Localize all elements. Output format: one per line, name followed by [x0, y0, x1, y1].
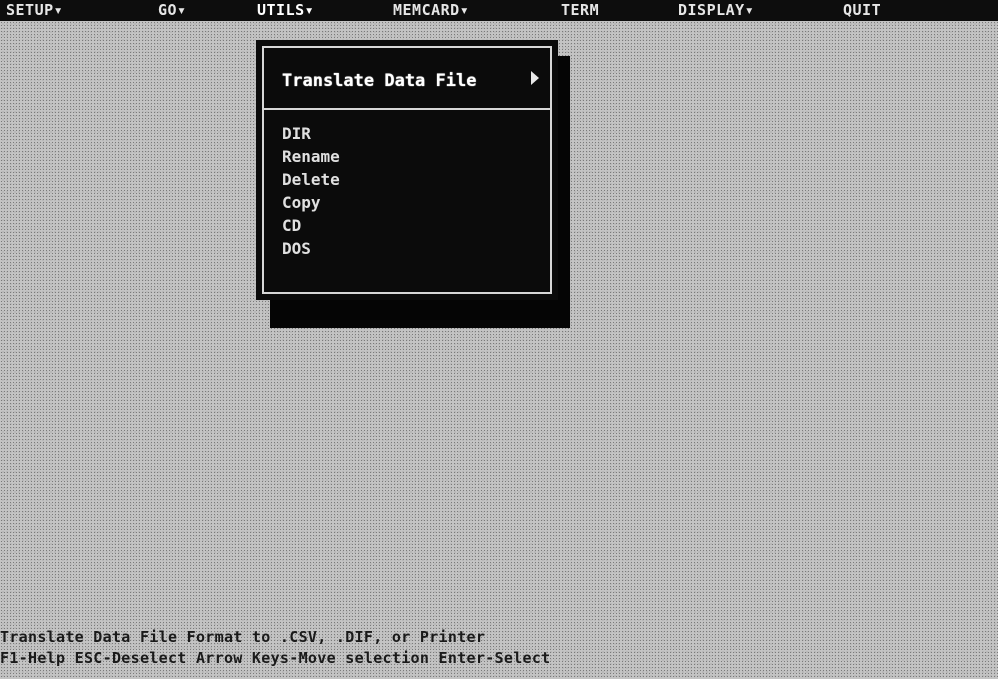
menu-go[interactable]: GO▾ — [158, 1, 187, 20]
menu-item-copy[interactable]: Copy — [282, 192, 321, 214]
menu-item-dir[interactable]: DIR — [282, 123, 311, 145]
menu-item-delete[interactable]: Delete — [282, 169, 340, 191]
submenu-arrow-icon — [531, 71, 539, 85]
menu-item-cd[interactable]: CD — [282, 215, 301, 237]
status-key-help: F1-Help ESC-Deselect Arrow Keys-Move sel… — [0, 649, 551, 667]
status-description: Translate Data File Format to .CSV, .DIF… — [0, 628, 486, 646]
menu-quit[interactable]: QUIT — [843, 1, 881, 20]
menu-item-translate-data-file[interactable]: Translate Data File — [282, 70, 476, 92]
menu-display[interactable]: DISPLAY▾ — [678, 1, 754, 20]
dropdown-border: Translate Data File DIR Rename Delete Co… — [262, 46, 552, 294]
menu-bar: SETUP▾ GO▾ UTILS▾ MEMCARD▾ TERM DISPLAY▾… — [0, 0, 998, 21]
menu-setup[interactable]: SETUP▾ — [6, 1, 63, 20]
menu-term[interactable]: TERM — [561, 1, 599, 20]
menu-memcard[interactable]: MEMCARD▾ — [393, 1, 469, 20]
menu-item-rename[interactable]: Rename — [282, 146, 340, 168]
menu-separator — [264, 108, 550, 110]
utils-dropdown-menu: Translate Data File DIR Rename Delete Co… — [256, 40, 558, 300]
menu-item-dos[interactable]: DOS — [282, 238, 311, 260]
menu-utils[interactable]: UTILS▾ — [257, 1, 314, 20]
